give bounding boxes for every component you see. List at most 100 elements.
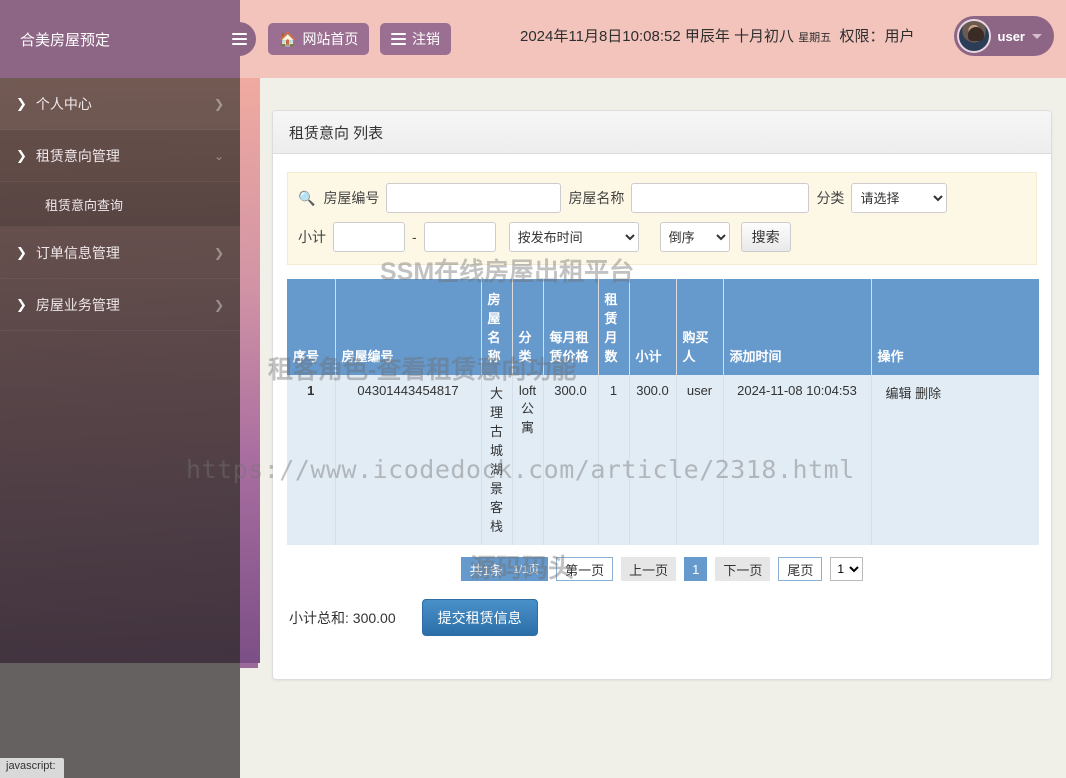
sidebar-subitem-label: 租赁意向查询 [45, 195, 123, 214]
browser-status-bar: javascript: [0, 758, 64, 778]
th-monthly-price: 每月租赁价格 [543, 279, 598, 375]
cell-actions: 编辑 删除 [871, 375, 1039, 545]
search-button[interactable]: 搜索 [741, 222, 791, 252]
table-row: 1 04301443454817 大理古城湖景客栈 loft公寓 300.0 1… [287, 375, 1039, 545]
sidebar-item-label: 个人中心 [36, 94, 92, 114]
logout-label: 注销 [412, 29, 440, 49]
app-brand: 合美房屋预定 [0, 0, 240, 78]
first-page-button[interactable]: 第一页 [556, 557, 613, 581]
sort-order-select[interactable]: 倒序 [660, 222, 730, 252]
search-row-2: 小计 - 按发布时间 倒序 搜索 [298, 222, 1026, 252]
category-label: 分类 [816, 188, 844, 208]
prev-page-button[interactable]: 上一页 [621, 557, 676, 581]
house-name-label: 房屋名称 [568, 188, 624, 208]
house-no-input[interactable] [386, 183, 561, 213]
datetime-text: 2024年11月8日10:08:52 甲辰年 十月初八 [520, 28, 794, 45]
cell-house-name: 大理古城湖景客栈 [481, 375, 512, 545]
site-home-button[interactable]: 🏠 网站首页 [268, 23, 369, 55]
category-select[interactable]: 请选择 [851, 183, 947, 213]
pagination-info: 共1条 1/1页 [461, 557, 549, 581]
sidebar-gradient-strip [240, 78, 260, 663]
avatar [957, 19, 991, 53]
last-page-button[interactable]: 尾页 [778, 557, 822, 581]
cell-add-time: 2024-11-08 10:04:53 [723, 375, 871, 545]
subtotal-min-input[interactable] [333, 222, 405, 252]
sidebar-item-label: 房屋业务管理 [36, 295, 120, 315]
pagination: 共1条 1/1页 第一页 上一页 1 下一页 尾页 1 [273, 557, 1051, 581]
search-icon: 🔍 [298, 190, 315, 207]
panel-header: 租赁意向 列表 [273, 111, 1051, 154]
th-house-name: 房屋名称 [481, 279, 512, 375]
th-house-no: 房屋编号 [335, 279, 481, 375]
house-no-label: 房屋编号 [323, 188, 379, 208]
panel-footer: 小计总和: 300.00 提交租赁信息 [289, 599, 1051, 636]
hamburger-icon[interactable] [222, 22, 256, 56]
submit-rental-info-button[interactable]: 提交租赁信息 [422, 599, 538, 636]
subtotal-sum-label: 小计总和: 300.00 [289, 608, 396, 628]
sidebar-item-rental-intent-management[interactable]: ❯ 租赁意向管理 ⌄ [0, 130, 240, 182]
next-page-button[interactable]: 下一页 [715, 557, 770, 581]
cell-index: 1 [287, 375, 335, 545]
th-add-time: 添加时间 [723, 279, 871, 375]
cell-house-no: 04301443454817 [335, 375, 481, 545]
page-title: 租赁意向 列表 [289, 122, 383, 143]
weekday-text: 星期五 [798, 32, 831, 44]
subtotal-max-input[interactable] [424, 222, 496, 252]
table-header-row: 序号 房屋编号 房屋名称 分类 每月租赁价格 租赁月数 小计 购买人 添加时间 … [287, 279, 1039, 375]
permission-text: 权限：用户 [840, 28, 915, 45]
site-home-label: 网站首页 [302, 29, 358, 49]
current-page-button[interactable]: 1 [684, 557, 707, 581]
sidebar-item-house-business-management[interactable]: ❯ 房屋业务管理 ❯ [0, 279, 240, 331]
chevron-down-icon: ⌄ [214, 149, 224, 163]
sidebar-item-label: 订单信息管理 [36, 243, 120, 263]
chevron-down-icon [1032, 34, 1042, 39]
username-label: user [998, 29, 1025, 44]
cell-category: loft公寓 [512, 375, 543, 545]
search-row-1: 🔍 房屋编号 房屋名称 分类 请选择 [298, 183, 1026, 213]
search-filter-bar: 🔍 房屋编号 房屋名称 分类 请选择 小计 - 按发布时间 倒序 搜索 [287, 172, 1037, 265]
sort-field-select[interactable]: 按发布时间 [509, 222, 639, 252]
chevron-right-icon: ❯ [16, 245, 27, 261]
cell-subtotal: 300.0 [629, 375, 676, 545]
home-icon: 🏠 [279, 31, 296, 48]
datetime-display: 2024年11月8日10:08:52 甲辰年 十月初八 星期五 权限：用户 [520, 25, 915, 46]
hamburger-glyph [232, 30, 247, 48]
th-index: 序号 [287, 279, 335, 375]
delete-link[interactable]: 删除 [915, 386, 941, 401]
page-size-select[interactable]: 1 [830, 557, 863, 581]
brand-label: 合美房屋预定 [20, 29, 110, 50]
chevron-right-icon: ❯ [16, 148, 27, 164]
th-months: 租赁月数 [598, 279, 629, 375]
th-category: 分类 [512, 279, 543, 375]
chevron-right-icon: ❯ [214, 97, 224, 111]
chevron-right-icon: ❯ [214, 298, 224, 312]
range-separator: - [412, 229, 417, 245]
page-index-label: 1/1页 [513, 561, 539, 577]
chevron-right-icon: ❯ [16, 297, 27, 313]
cell-monthly-price: 300.0 [543, 375, 598, 545]
th-subtotal: 小计 [629, 279, 676, 375]
house-name-input[interactable] [631, 183, 809, 213]
th-actions: 操作 [871, 279, 1039, 375]
user-menu[interactable]: user [954, 16, 1054, 56]
sidebar-item-label: 租赁意向管理 [36, 146, 120, 166]
sidebar-item-personal-center[interactable]: ❯ 个人中心 ❯ [0, 78, 240, 130]
main-panel: 租赁意向 列表 🔍 房屋编号 房屋名称 分类 请选择 小计 - 按发布时间 倒序 [272, 110, 1052, 680]
list-icon [391, 30, 406, 48]
sidebar: ❯ 个人中心 ❯ ❯ 租赁意向管理 ⌄ 租赁意向查询 ❯ 订单信息管理 ❯ ❯ … [0, 78, 240, 663]
total-count-label: 共1条 [470, 560, 503, 579]
logout-button[interactable]: 注销 [380, 23, 451, 55]
edit-link[interactable]: 编辑 [886, 386, 912, 401]
rental-intent-table-wrapper: 序号 房屋编号 房屋名称 分类 每月租赁价格 租赁月数 小计 购买人 添加时间 … [287, 279, 1037, 545]
rental-intent-table: 序号 房屋编号 房屋名称 分类 每月租赁价格 租赁月数 小计 购买人 添加时间 … [287, 279, 1039, 545]
chevron-right-icon: ❯ [16, 96, 27, 112]
cell-buyer: user [676, 375, 723, 545]
add-time-date: 2024-11-08 [737, 383, 803, 398]
sidebar-item-order-info-management[interactable]: ❯ 订单信息管理 ❯ [0, 227, 240, 279]
chevron-right-icon: ❯ [214, 246, 224, 260]
sidebar-item-rental-intent-query[interactable]: 租赁意向查询 [0, 182, 240, 227]
cell-months: 1 [598, 375, 629, 545]
th-buyer: 购买人 [676, 279, 723, 375]
add-time-time: 10:04:53 [806, 383, 857, 398]
subtotal-label: 小计 [298, 227, 326, 247]
